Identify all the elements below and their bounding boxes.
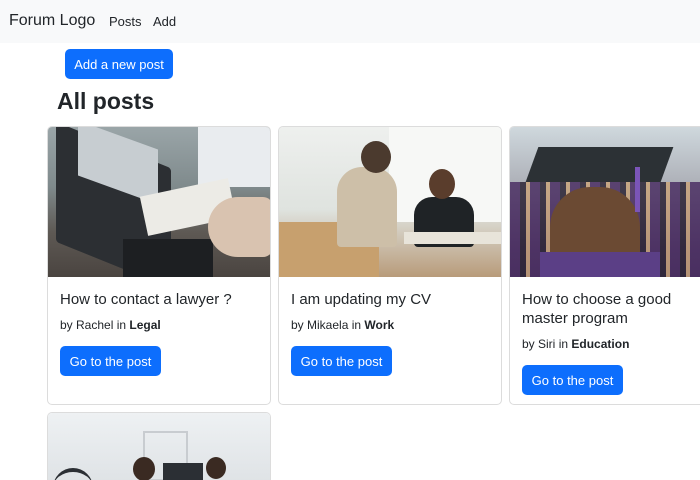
post-card: I am updating my CV by Mikaela in Work G… bbox=[278, 126, 502, 405]
post-author: Siri bbox=[538, 337, 556, 351]
post-title: How to contact a lawyer ? bbox=[60, 291, 232, 308]
post-card-body: How to choose a good master program by S… bbox=[510, 277, 700, 395]
post-title: How to choose a good master program bbox=[522, 291, 672, 327]
post-card-body: How to contact a lawyer ? by Rachel in L… bbox=[48, 277, 270, 376]
post-author: Mikaela bbox=[307, 318, 349, 332]
post-category: Work bbox=[364, 318, 395, 332]
post-card: How to choose a good master program by S… bbox=[509, 126, 700, 405]
post-image bbox=[48, 413, 270, 480]
nav-link-posts[interactable]: Posts bbox=[109, 14, 142, 29]
post-meta-in: in bbox=[558, 337, 569, 351]
post-meta: by Rachel in Legal bbox=[60, 318, 161, 332]
post-image bbox=[510, 127, 700, 277]
post-card-body: I am updating my CV by Mikaela in Work G… bbox=[279, 277, 501, 376]
post-card: How to contact a lawyer ? by Rachel in L… bbox=[47, 126, 271, 405]
post-meta-in: in bbox=[351, 318, 362, 332]
post-image bbox=[48, 127, 270, 277]
go-to-post-button[interactable]: Go to the post bbox=[291, 346, 392, 376]
nav-link-add[interactable]: Add bbox=[153, 14, 176, 29]
post-category: Legal bbox=[129, 318, 161, 332]
page-title: All posts bbox=[57, 88, 155, 114]
post-image bbox=[279, 127, 501, 277]
go-to-post-button[interactable]: Go to the post bbox=[522, 365, 623, 395]
post-card bbox=[47, 412, 271, 480]
go-to-post-button[interactable]: Go to the post bbox=[60, 346, 161, 376]
add-post-button[interactable]: Add a new post bbox=[65, 49, 173, 79]
post-author: Rachel bbox=[76, 318, 114, 332]
navbar: Forum Logo Posts Add bbox=[0, 0, 700, 43]
post-title: I am updating my CV bbox=[291, 291, 432, 308]
post-category: Education bbox=[571, 337, 630, 351]
post-meta: by Mikaela in Work bbox=[291, 318, 395, 332]
post-meta: by Siri in Education bbox=[522, 337, 630, 351]
brand-logo[interactable]: Forum Logo bbox=[9, 12, 95, 30]
post-meta-in: in bbox=[116, 318, 127, 332]
